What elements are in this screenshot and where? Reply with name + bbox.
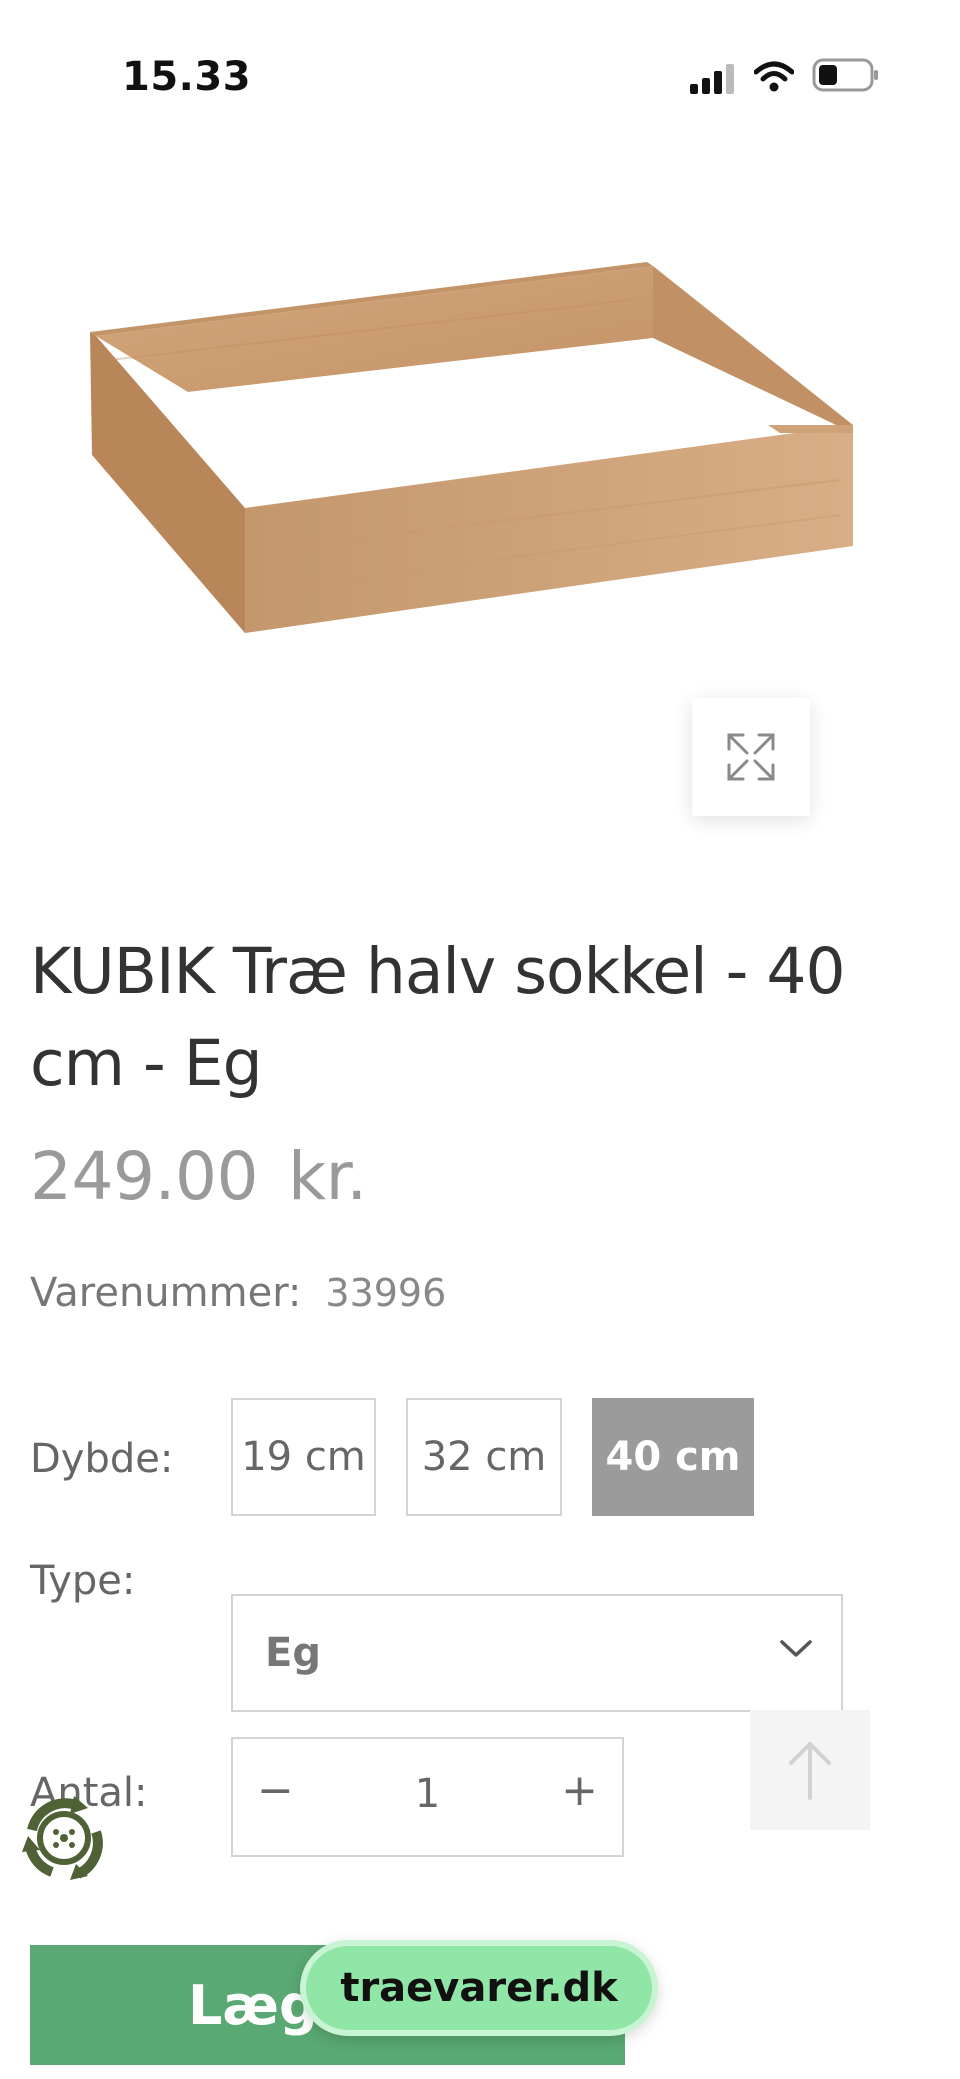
- sku-label: Varenummer:: [30, 1270, 302, 1316]
- scroll-to-top-button[interactable]: [750, 1710, 870, 1830]
- arrow-up-icon: [789, 1742, 831, 1800]
- signal-icon: [690, 64, 734, 94]
- sku-row: Varenummer: 33996: [30, 1270, 446, 1316]
- product-title: KUBIK Træ halv sokkel - 40 cm - Eg: [30, 935, 846, 1100]
- site-badge[interactable]: traevarer.dk: [300, 1940, 658, 2036]
- expand-image-button[interactable]: [692, 698, 810, 816]
- price-currency: kr.: [287, 1138, 367, 1215]
- quantity-increase-button[interactable]: +: [561, 1765, 598, 1816]
- type-label: Type:: [30, 1558, 136, 1604]
- product-image: [90, 262, 853, 633]
- type-selected-value: Eg: [265, 1630, 321, 1676]
- price-amount: 249.00: [30, 1138, 258, 1215]
- recycle-icon[interactable]: [18, 1792, 110, 1884]
- product-price: 249.00 kr.: [30, 1138, 367, 1215]
- expand-icon: [727, 733, 775, 781]
- chevron-down-icon: [780, 1640, 812, 1657]
- sku-value: 33996: [325, 1271, 447, 1315]
- status-time: 15.33: [122, 54, 252, 100]
- wifi-icon: [754, 61, 794, 92]
- depth-option-19[interactable]: 19 cm: [231, 1398, 376, 1516]
- depth-option-32[interactable]: 32 cm: [406, 1398, 562, 1516]
- depth-option-40-selected[interactable]: 40 cm: [592, 1398, 754, 1516]
- depth-label: Dybde:: [30, 1436, 174, 1482]
- type-select[interactable]: Eg: [231, 1594, 843, 1712]
- battery-icon: [812, 58, 878, 92]
- quantity-stepper: − 1 +: [231, 1737, 624, 1857]
- status-bar: 15.33: [0, 0, 960, 150]
